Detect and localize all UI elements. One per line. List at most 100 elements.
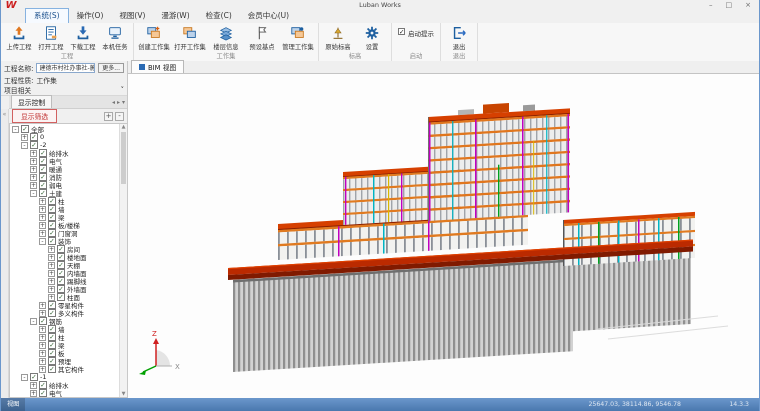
- upload-project-button[interactable]: 上传工程: [3, 24, 35, 52]
- bim-canvas[interactable]: Z X: [128, 74, 759, 398]
- tree-expander-icon[interactable]: +: [39, 366, 46, 373]
- base-point-button[interactable]: 预设基点: [244, 24, 280, 52]
- tree-expander-icon[interactable]: +: [48, 286, 55, 293]
- open-project-button[interactable]: 打开工程: [35, 24, 67, 52]
- tree-checkbox[interactable]: ✓: [48, 301, 56, 309]
- tree-node[interactable]: +✓柱: [10, 333, 119, 341]
- tab-scroll-left-icon[interactable]: ◂: [112, 99, 115, 106]
- manage-workset-button[interactable]: 管理工作集: [280, 24, 316, 52]
- tree-node[interactable]: +✓梁: [10, 341, 119, 349]
- tree-checkbox[interactable]: ✓: [30, 141, 38, 149]
- tree-checkbox[interactable]: ✓: [21, 125, 29, 133]
- tree-expander-icon[interactable]: -: [30, 318, 37, 325]
- tree-expander-icon[interactable]: +: [39, 222, 46, 229]
- tab-scroll-right-icon[interactable]: ▸: [117, 99, 120, 106]
- tree-expander-icon[interactable]: +: [39, 230, 46, 237]
- exit-button[interactable]: 退出: [443, 24, 475, 52]
- menu-view[interactable]: 视图(V): [111, 9, 153, 23]
- tree-node[interactable]: +✓墙: [10, 205, 119, 213]
- tree-checkbox[interactable]: ✓: [48, 197, 56, 205]
- tab-list-icon[interactable]: ▾: [122, 99, 125, 106]
- floor-info-button[interactable]: 楼层信息: [208, 24, 244, 52]
- tree-node[interactable]: +✓外墙面: [10, 285, 119, 293]
- tree-expander-icon[interactable]: +: [48, 254, 55, 261]
- create-workset-button[interactable]: 创建工作集: [136, 24, 172, 52]
- tree-expander-icon[interactable]: +: [39, 302, 46, 309]
- tree-node[interactable]: +✓暖通: [10, 165, 119, 173]
- tree-expander-icon[interactable]: -: [21, 374, 28, 381]
- maximize-button[interactable]: □: [726, 1, 733, 9]
- tree-node[interactable]: +✓柱: [10, 197, 119, 205]
- tree-expander-icon[interactable]: +: [30, 182, 37, 189]
- menu-operate[interactable]: 操作(O): [69, 9, 112, 23]
- menu-roam[interactable]: 漫游(W): [153, 9, 197, 23]
- tree-checkbox[interactable]: ✓: [39, 317, 47, 325]
- tree-node[interactable]: +✓多义构件: [10, 309, 119, 317]
- tree-node[interactable]: +✓踢脚线: [10, 277, 119, 285]
- open-workset-button[interactable]: 打开工作集: [172, 24, 208, 52]
- scroll-up-icon[interactable]: ▲: [120, 124, 127, 130]
- tree-checkbox[interactable]: ✓: [48, 341, 56, 349]
- tree-expander-icon[interactable]: +: [39, 342, 46, 349]
- tree-checkbox[interactable]: ✓: [39, 389, 47, 397]
- tree-node[interactable]: +✓消防: [10, 173, 119, 181]
- tree-node[interactable]: -✓装饰: [10, 237, 119, 245]
- tree-checkbox[interactable]: ✓: [48, 221, 56, 229]
- tree-expander-icon[interactable]: -: [39, 238, 46, 245]
- tab-bim-view[interactable]: BIM 视图: [131, 60, 184, 73]
- tree-checkbox[interactable]: ✓: [48, 205, 56, 213]
- tree-expander-icon[interactable]: +: [21, 134, 28, 141]
- tree-checkbox[interactable]: ✓: [48, 365, 56, 373]
- tree-expander-icon[interactable]: +: [39, 334, 46, 341]
- tree-checkbox[interactable]: ✓: [39, 149, 47, 157]
- tree-node[interactable]: +✓给排水: [10, 381, 119, 389]
- tree-checkbox[interactable]: ✓: [57, 245, 65, 253]
- tree-node[interactable]: -✓全部: [10, 125, 119, 133]
- menu-member-center[interactable]: 会员中心(U): [240, 9, 297, 23]
- minimize-button[interactable]: –: [709, 1, 713, 9]
- tree-checkbox[interactable]: ✓: [48, 349, 56, 357]
- tree-node[interactable]: +✓电气: [10, 157, 119, 165]
- tree-node[interactable]: -✓钢筋: [10, 317, 119, 325]
- tree-expander-icon[interactable]: -: [30, 190, 37, 197]
- tree-checkbox[interactable]: ✓: [39, 173, 47, 181]
- tree-node[interactable]: +✓楼地面: [10, 253, 119, 261]
- tree-checkbox[interactable]: ✓: [39, 189, 47, 197]
- tree-expander-icon[interactable]: +: [48, 294, 55, 301]
- tree-node[interactable]: +✓其它构件: [10, 365, 119, 373]
- close-button[interactable]: ×: [745, 1, 751, 9]
- tree-checkbox[interactable]: ✓: [48, 333, 56, 341]
- tree-expander-icon[interactable]: +: [30, 382, 37, 389]
- tree-expander-icon[interactable]: +: [48, 246, 55, 253]
- tree-node[interactable]: +✓弱电: [10, 181, 119, 189]
- tree-checkbox[interactable]: ✓: [30, 373, 38, 381]
- bim-model-canvas[interactable]: Z X: [128, 74, 760, 398]
- tree-checkbox[interactable]: ✓: [39, 157, 47, 165]
- tree-expander-icon[interactable]: +: [30, 390, 37, 397]
- display-filter-button[interactable]: 显示筛选: [12, 109, 57, 123]
- tree-checkbox[interactable]: ✓: [39, 381, 47, 389]
- tree-node[interactable]: +✓0: [10, 133, 119, 141]
- tree-expander-icon[interactable]: +: [39, 214, 46, 221]
- tree-expander-icon[interactable]: +: [30, 158, 37, 165]
- startup-tip-checkbox[interactable]: ✓: [398, 28, 405, 35]
- tree-expander-icon[interactable]: +: [30, 150, 37, 157]
- project-name-dropdown[interactable]: 建德市村社办事社-施工模型 ▾: [36, 63, 95, 73]
- tree-checkbox[interactable]: ✓: [57, 285, 65, 293]
- tree-checkbox[interactable]: ✓: [48, 325, 56, 333]
- tree-expander-icon[interactable]: +: [39, 310, 46, 317]
- tree-expander-icon[interactable]: +: [48, 270, 55, 277]
- tree-expander-icon[interactable]: +: [39, 206, 46, 213]
- settings-button[interactable]: 设置: [355, 24, 389, 52]
- tree-expander-icon[interactable]: +: [30, 166, 37, 173]
- collapse-all-button[interactable]: -: [115, 112, 124, 121]
- tree-checkbox[interactable]: ✓: [39, 181, 47, 189]
- tree-expander-icon[interactable]: -: [21, 142, 28, 149]
- tree-node[interactable]: +✓内墙面: [10, 269, 119, 277]
- tab-display-control[interactable]: 显示控制: [11, 95, 52, 108]
- tree-node[interactable]: -✓土建: [10, 189, 119, 197]
- tree-checkbox[interactable]: ✓: [30, 133, 38, 141]
- scrollbar-thumb[interactable]: [121, 132, 126, 184]
- tree-expander-icon[interactable]: +: [39, 350, 46, 357]
- tree-node[interactable]: +✓电气: [10, 389, 119, 397]
